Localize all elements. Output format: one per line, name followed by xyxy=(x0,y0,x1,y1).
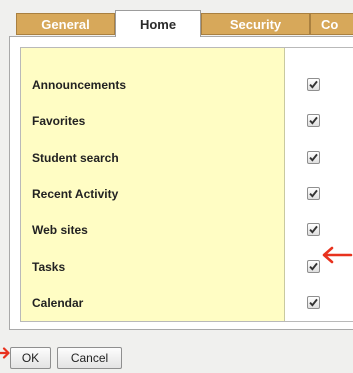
label-column: Announcements Favorites Student search R… xyxy=(21,48,285,321)
row-label-recent-activity: Recent Activity xyxy=(32,187,119,201)
row-label-tasks: Tasks xyxy=(32,260,66,274)
row-label-calendar: Calendar xyxy=(32,296,84,310)
tab-security[interactable]: Security xyxy=(201,13,310,35)
tab-co[interactable]: Co xyxy=(310,13,353,35)
checkbox-web-sites[interactable] xyxy=(307,223,320,236)
checkbox-announcements[interactable] xyxy=(307,78,320,91)
checkmark-icon xyxy=(309,298,318,307)
tab-home[interactable]: Home xyxy=(115,10,201,37)
ok-button[interactable]: OK xyxy=(10,347,51,369)
checkbox-student-search[interactable] xyxy=(307,151,320,164)
checkbox-tasks[interactable] xyxy=(307,260,320,273)
checkmark-icon xyxy=(309,116,318,125)
home-tab-panel: Announcements Favorites Student search R… xyxy=(9,36,353,330)
checkmark-icon xyxy=(309,225,318,234)
checkbox-recent-activity[interactable] xyxy=(307,187,320,200)
annotation-arrow-right-icon xyxy=(0,347,10,359)
preferences-dialog: General Home Security Co Announcements F… xyxy=(0,0,353,373)
checkmark-icon xyxy=(309,153,318,162)
row-label-student-search: Student search xyxy=(32,151,119,165)
checkmark-icon xyxy=(309,189,318,198)
checkbox-favorites[interactable] xyxy=(307,114,320,127)
row-label-announcements: Announcements xyxy=(32,78,127,92)
row-label-favorites: Favorites xyxy=(32,114,86,128)
home-settings-table: Announcements Favorites Student search R… xyxy=(20,47,353,322)
tab-general[interactable]: General xyxy=(16,13,115,35)
checkmark-icon xyxy=(309,262,318,271)
annotation-arrow-left-icon xyxy=(322,246,353,264)
checkmark-icon xyxy=(309,80,318,89)
cancel-button[interactable]: Cancel xyxy=(57,347,122,369)
row-label-web-sites: Web sites xyxy=(32,223,88,237)
tab-bar: General Home Security Co xyxy=(0,0,353,37)
checkbox-calendar[interactable] xyxy=(307,296,320,309)
